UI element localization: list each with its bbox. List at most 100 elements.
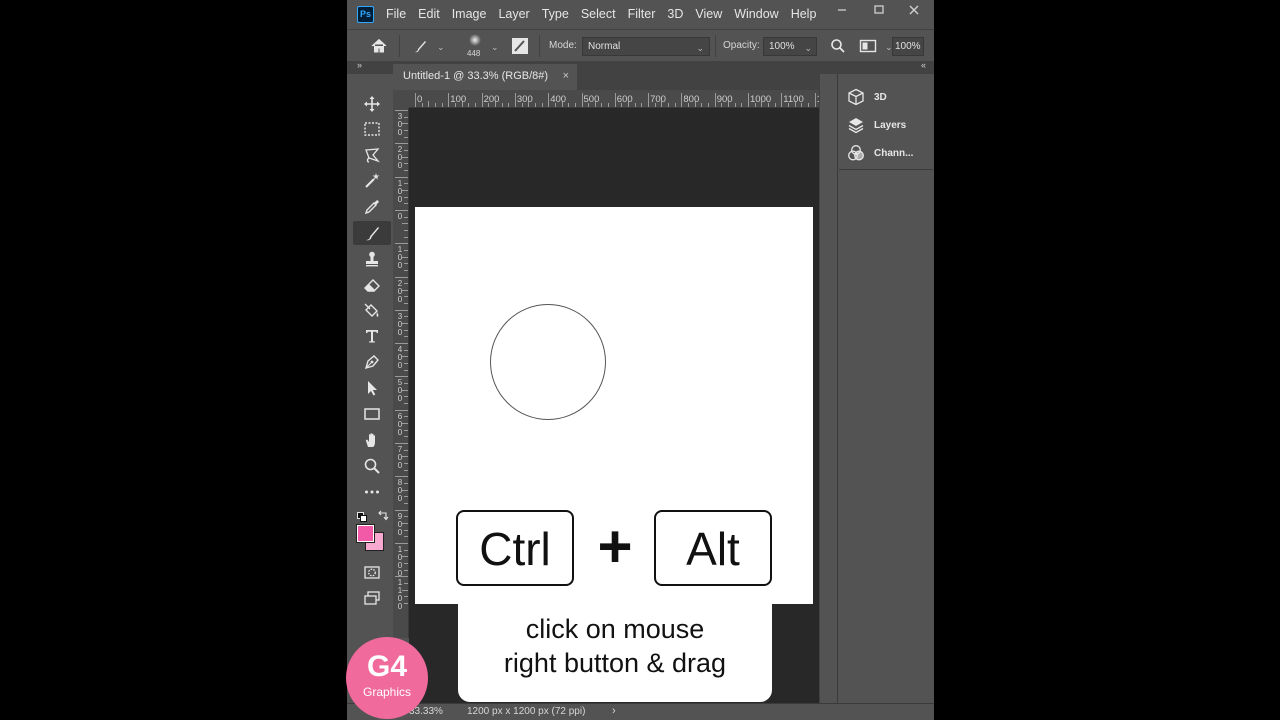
tools-panel xyxy=(353,86,392,616)
photoshop-logo-icon[interactable]: Ps xyxy=(357,6,374,23)
ruler-minor-tick xyxy=(734,103,736,107)
menu-layer[interactable]: Layer xyxy=(492,0,535,29)
ruler-minor-tick xyxy=(404,602,408,604)
ruler-minor-tick xyxy=(404,383,408,385)
ruler-minor-tick xyxy=(404,403,408,405)
menu-filter[interactable]: Filter xyxy=(622,0,662,29)
ruler-label: 200 xyxy=(483,94,500,105)
magic-wand-tool-icon[interactable] xyxy=(353,169,391,193)
ruler-minor-tick xyxy=(404,363,408,365)
foreground-color-swatch[interactable] xyxy=(356,524,375,543)
marquee-tool-icon[interactable] xyxy=(353,117,391,141)
screen-mode-icon[interactable] xyxy=(353,586,391,610)
move-tool-icon[interactable] xyxy=(353,92,391,116)
ruler-label: 1000 xyxy=(397,544,403,578)
menu-3d[interactable]: 3D xyxy=(661,0,689,29)
chevron-down-icon: ⌄ xyxy=(696,43,704,53)
ruler-minor-tick xyxy=(634,103,636,107)
type-tool-icon[interactable] xyxy=(353,324,391,348)
ruler-tick xyxy=(395,276,408,278)
panel-collapse-strip: « xyxy=(837,60,934,74)
close-tab-icon[interactable]: × xyxy=(563,64,569,88)
path-selection-tool-icon[interactable] xyxy=(353,376,391,400)
minimize-icon[interactable] xyxy=(827,3,857,21)
flow-value: 100% xyxy=(895,41,921,52)
ruler-minor-tick xyxy=(508,103,510,107)
menu-edit[interactable]: Edit xyxy=(412,0,446,29)
ruler-tick xyxy=(781,93,783,107)
ruler-minor-tick xyxy=(404,536,408,538)
ruler-minor-tick xyxy=(641,103,643,107)
menu-window[interactable]: Window xyxy=(728,0,784,29)
ruler-tick xyxy=(395,309,408,311)
lasso-tool-icon[interactable] xyxy=(353,143,391,167)
vertical-scrollbar[interactable] xyxy=(819,74,835,703)
ruler-tick xyxy=(448,93,450,107)
collapse-panels-icon[interactable]: « xyxy=(921,60,926,70)
options-divider xyxy=(539,35,540,57)
ruler-minor-tick xyxy=(428,101,430,107)
menu-image[interactable]: Image xyxy=(446,0,493,29)
ruler-tick xyxy=(395,343,408,345)
close-window-icon[interactable] xyxy=(899,3,929,21)
ruler-label: 800 xyxy=(683,94,700,105)
menu-file[interactable]: File xyxy=(380,0,412,29)
menu-select[interactable]: Select xyxy=(575,0,622,29)
menu-bar: Ps File Edit Image Layer Type Select Fil… xyxy=(347,0,934,29)
paint-bucket-tool-icon[interactable] xyxy=(353,299,391,323)
ctrl-key: Ctrl xyxy=(456,510,574,586)
chevron-down-icon[interactable]: ⌄ xyxy=(437,42,445,53)
ruler-label: 500 xyxy=(583,94,600,105)
brush-tip-icon[interactable] xyxy=(466,33,484,47)
ruler-label: 200 xyxy=(397,278,403,304)
ruler-label: 900 xyxy=(716,94,733,105)
document-tab[interactable]: Untitled-1 @ 33.3% (RGB/8#) × xyxy=(393,64,577,90)
pen-tool-icon[interactable] xyxy=(353,350,391,374)
chevron-down-icon[interactable]: ⌄ xyxy=(491,42,499,53)
document-size: 1200 px x 1200 px (72 ppi) xyxy=(467,706,586,717)
panel-3d[interactable]: 3D xyxy=(847,85,932,109)
ruler-label: 700 xyxy=(650,94,666,105)
opacity-input[interactable]: 100% ⌄ xyxy=(763,37,817,56)
ruler-minor-tick xyxy=(404,529,408,531)
ruler-minor-tick xyxy=(404,569,408,571)
horizontal-ruler[interactable]: 0100200300400500600700800900100011001 xyxy=(409,90,819,108)
ruler-origin[interactable] xyxy=(393,90,409,108)
brush-tool-icon[interactable] xyxy=(353,221,391,245)
circle-shape[interactable] xyxy=(490,304,606,420)
ruler-label: 0 xyxy=(417,94,423,105)
ruler-minor-tick xyxy=(404,216,408,218)
menu-type[interactable]: Type xyxy=(536,0,575,29)
vertical-ruler[interactable]: 300 200 100 0 100 200 300 400 500 600 700 800 900 100… xyxy=(393,108,409,638)
home-icon[interactable] xyxy=(370,37,388,60)
ruler-label: 0 xyxy=(397,211,403,221)
expand-toolbar-icon[interactable]: » xyxy=(357,60,362,70)
menu-items: File Edit Image Layer Type Select Filter… xyxy=(380,0,822,29)
brush-preset-icon[interactable] xyxy=(411,37,429,60)
search-icon[interactable] xyxy=(830,38,846,59)
status-menu-arrow-icon[interactable]: › xyxy=(612,705,616,717)
rectangle-tool-icon[interactable] xyxy=(353,402,391,426)
ruler-minor-tick xyxy=(434,103,436,107)
eyedropper-tool-icon[interactable] xyxy=(353,195,391,219)
menu-view[interactable]: View xyxy=(689,0,728,29)
brush-settings-icon[interactable] xyxy=(511,37,529,60)
workspace-icon[interactable] xyxy=(859,38,877,59)
ruler-minor-tick xyxy=(404,336,408,338)
panel-layers[interactable]: Layers xyxy=(847,113,932,137)
swap-colors-icon[interactable] xyxy=(378,508,389,526)
hand-tool-icon[interactable] xyxy=(353,428,391,452)
zoom-tool-icon[interactable] xyxy=(353,454,391,478)
mode-select[interactable]: Normal ⌄ xyxy=(582,37,710,56)
ruler-minor-tick xyxy=(404,203,408,205)
quick-mask-icon[interactable] xyxy=(353,560,391,584)
maximize-icon[interactable] xyxy=(864,3,894,21)
menu-help[interactable]: Help xyxy=(785,0,823,29)
ruler-minor-tick xyxy=(404,129,408,131)
panel-channels[interactable]: Chann... xyxy=(847,141,932,165)
ruler-tick xyxy=(395,542,408,544)
eraser-tool-icon[interactable] xyxy=(353,273,391,297)
clone-stamp-tool-icon[interactable] xyxy=(353,247,391,271)
more-tools-icon[interactable] xyxy=(353,480,391,504)
flow-input[interactable]: 100% xyxy=(892,37,924,56)
